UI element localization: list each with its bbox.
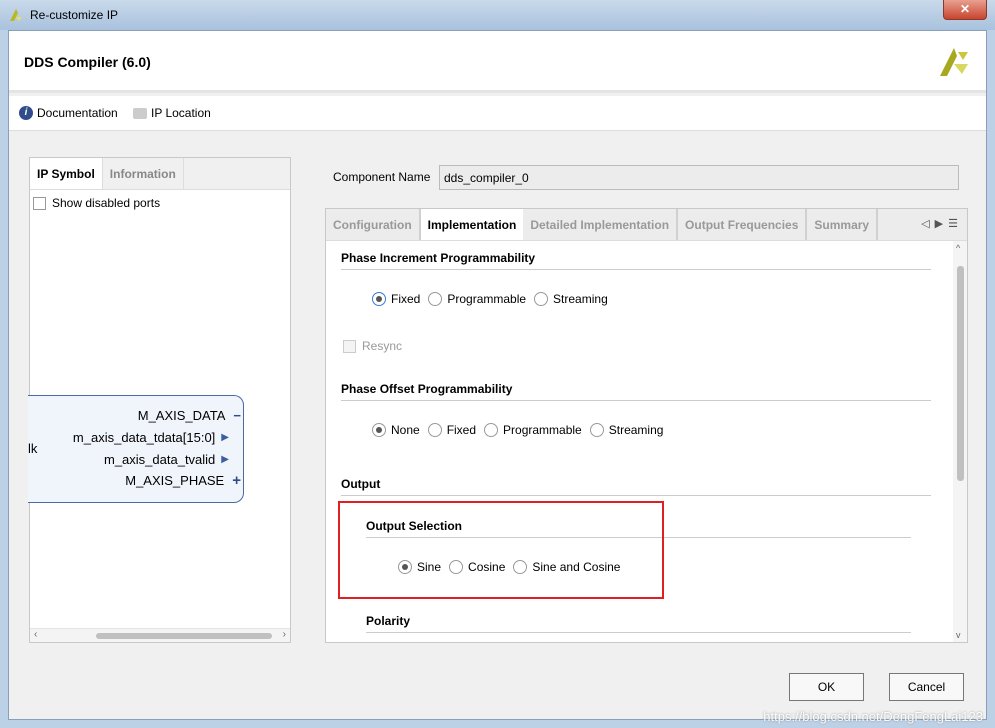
component-name-label: Component Name <box>333 170 431 184</box>
collapse-icon[interactable]: − <box>233 408 241 423</box>
radio-fixed[interactable]: Fixed <box>427 423 476 437</box>
port-tdata: m_axis_data_tdata[15:0] ▶ <box>72 430 229 445</box>
port-m-axis-phase: M_AXIS_PHASE + <box>125 472 241 489</box>
highlight-box <box>338 501 664 599</box>
phase-increment-radio-group: Fixed Programmable Streaming <box>372 292 608 306</box>
header: DDS Compiler (6.0) <box>9 31 986 93</box>
links-bar: i Documentation IP Location <box>9 96 986 131</box>
tab-detailed-implementation[interactable]: Detailed Implementation <box>523 209 679 240</box>
title-bar: Re-customize IP ✕ <box>0 0 995 30</box>
radio-fixed[interactable]: Fixed <box>372 292 420 306</box>
folder-icon <box>133 107 147 119</box>
ip-symbol-panel: IP Symbol Information Show disabled port… <box>28 157 291 643</box>
port-tvalid: m_axis_data_tvalid ▶ <box>104 452 229 467</box>
tab-output-frequencies[interactable]: Output Frequencies <box>678 209 808 240</box>
show-disabled-label: Show disabled ports <box>52 196 161 210</box>
page-title: DDS Compiler (6.0) <box>24 54 151 70</box>
tab-configuration[interactable]: Configuration <box>326 209 421 240</box>
vivado-logo-icon <box>10 9 22 21</box>
ip-symbol-block: lk M_AXIS_DATA − m_axis_data_tdata[15:0] ▶… <box>28 395 244 503</box>
show-disabled-ports-checkbox[interactable]: Show disabled ports <box>33 196 160 210</box>
radio-programmable[interactable]: Programmable <box>484 423 582 437</box>
radio-none[interactable]: None <box>372 423 420 437</box>
section-phase-increment: Phase Increment Programmability <box>341 251 931 270</box>
tab-ip-symbol[interactable]: IP Symbol <box>30 158 103 189</box>
tab-implementation[interactable]: Implementation <box>420 209 524 240</box>
port-m-axis-data: M_AXIS_DATA − <box>137 408 241 423</box>
documentation-label: Documentation <box>37 106 118 120</box>
expand-icon[interactable]: + <box>232 472 241 489</box>
watermark: https://blog.csdn.net/DengFengLai123 <box>763 709 983 724</box>
dialog: DDS Compiler (6.0) i Documentation IP Loc… <box>8 30 987 720</box>
resync-checkbox: Resync <box>343 339 402 353</box>
arrow-right-icon: ▶ <box>221 432 229 443</box>
radio-streaming[interactable]: Streaming <box>589 423 663 437</box>
radio-programmable[interactable]: Programmable <box>428 292 526 306</box>
section-output: Output <box>341 477 931 496</box>
radio-streaming[interactable]: Streaming <box>534 292 608 306</box>
ip-location-link[interactable]: IP Location <box>133 106 211 120</box>
arrow-right-icon: ▶ <box>221 454 229 465</box>
close-button[interactable]: ✕ <box>943 0 987 20</box>
xilinx-logo-icon <box>940 48 968 76</box>
section-polarity: Polarity <box>366 614 911 633</box>
horizontal-scrollbar[interactable]: ‹ › <box>30 628 290 642</box>
cancel-button[interactable]: Cancel <box>889 673 964 701</box>
ip-location-label: IP Location <box>151 106 211 120</box>
window-title: Re-customize IP <box>30 8 119 22</box>
tab-information[interactable]: Information <box>103 158 184 189</box>
ok-button[interactable]: OK <box>789 673 864 701</box>
documentation-link[interactable]: i Documentation <box>19 106 118 120</box>
vertical-scrollbar[interactable]: ^ v <box>953 241 967 642</box>
component-name-input[interactable]: dds_compiler_0 <box>439 165 959 190</box>
phase-offset-radio-group: None Fixed Programmable Streaming <box>372 423 663 437</box>
tab-scroll-controls[interactable]: ◁▶☰ <box>921 217 963 230</box>
tab-summary[interactable]: Summary <box>807 209 879 240</box>
info-icon: i <box>19 106 33 120</box>
clk-port-label: lk <box>28 441 38 456</box>
section-phase-offset: Phase Offset Programmability <box>341 382 931 401</box>
